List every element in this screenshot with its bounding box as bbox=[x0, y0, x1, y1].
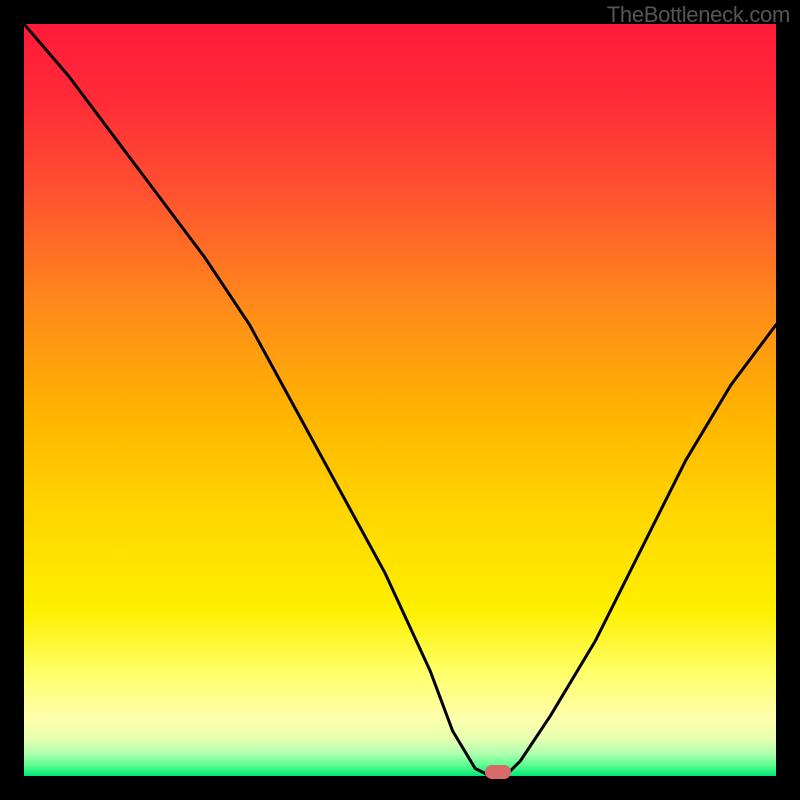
plot-area bbox=[24, 24, 776, 776]
curve-line bbox=[24, 24, 776, 776]
watermark-text: TheBottleneck.com bbox=[607, 2, 790, 28]
optimal-point-marker bbox=[485, 765, 511, 779]
